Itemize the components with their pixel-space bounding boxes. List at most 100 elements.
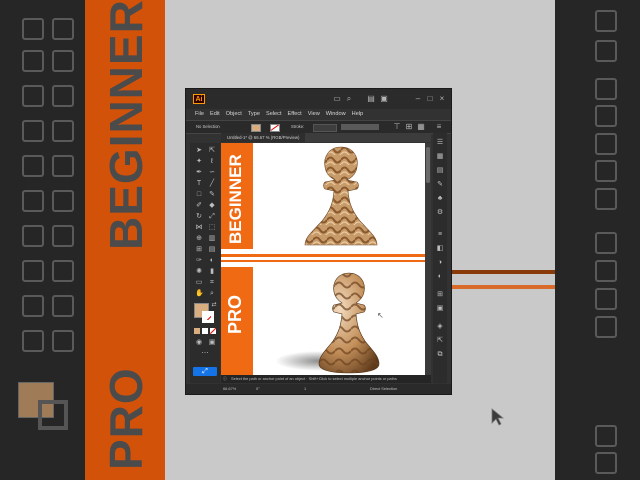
layout-icon[interactable]: ▣	[379, 94, 389, 104]
pen-tool-icon[interactable]: ✒	[195, 169, 203, 177]
menu-edit[interactable]: Edit	[210, 109, 220, 120]
swatches-panel-icon[interactable]: ▤	[436, 167, 444, 175]
perspective-grid-tool-icon[interactable]: ▥	[208, 235, 216, 243]
edit-toolbar-button[interactable]: ⤢	[193, 367, 217, 376]
minimize-icon[interactable]: –	[413, 94, 423, 104]
transparency-panel-icon[interactable]: ◑	[436, 259, 444, 267]
appearance-panel-icon[interactable]: ◐	[436, 273, 444, 281]
pathfinder-panel-icon[interactable]: ▣	[436, 305, 444, 313]
title-bar: Ai ▭ ⌕ ▤ ▣ – □ ×	[186, 89, 451, 109]
draw-mode-icon[interactable]: ◉	[195, 339, 203, 347]
control-stroke-swatch[interactable]	[270, 124, 280, 132]
libraries-panel-icon[interactable]: ▦	[436, 153, 444, 161]
properties-panel-icon[interactable]: ☰	[436, 139, 444, 147]
beginner-label: BEGINNER	[226, 154, 245, 244]
control-fill-swatch[interactable]	[251, 124, 261, 132]
menu-view[interactable]: View	[308, 109, 320, 120]
brush-tool-icon[interactable]: ✎	[208, 191, 216, 199]
control-bar: No Selection Stroke: ⊤ ⊞ ▦ ≡	[186, 120, 451, 134]
direct-selection-tool-icon[interactable]: ⇱	[208, 147, 216, 155]
curvature-tool-icon[interactable]: ∽	[208, 169, 216, 177]
workspace-icon[interactable]: ▤	[366, 94, 376, 104]
zoom-tool-icon[interactable]: ⌕	[208, 290, 216, 298]
bg-rotate-icon	[22, 190, 44, 212]
artboards-panel-icon[interactable]: ⧉	[436, 351, 444, 359]
shape-builder-tool-icon[interactable]: ⊕	[195, 235, 203, 243]
lasso-tool-icon[interactable]: ℓ	[208, 158, 216, 166]
graph-tool-icon[interactable]: ▮	[208, 268, 216, 276]
symbol-sprayer-tool-icon[interactable]: ✺	[195, 268, 203, 276]
menu-select[interactable]: Select	[266, 109, 282, 120]
menu-effect[interactable]: Effect	[288, 109, 302, 120]
bg-line-icon	[52, 120, 74, 142]
search-icon[interactable]: ⌕	[344, 94, 354, 104]
artboard[interactable]: BEGINNER PRO ↖	[221, 143, 425, 375]
bg-panel-icon-8	[595, 232, 617, 254]
slice-tool-icon[interactable]: ⌗	[208, 279, 216, 287]
close-icon[interactable]: ×	[437, 94, 447, 104]
arrange-icon[interactable]: ▭	[332, 94, 342, 104]
free-transform-tool-icon[interactable]: ⬚	[208, 224, 216, 232]
layers-panel-icon[interactable]: ◈	[436, 323, 444, 331]
graphic-styles-panel-icon[interactable]: ⚙	[436, 209, 444, 217]
swap-colors-icon[interactable]: ⇄	[210, 301, 218, 309]
zoom-level[interactable]: 66.67%	[223, 385, 236, 393]
hand-tool-icon[interactable]: ✋	[195, 290, 204, 298]
stroke-color-swatch[interactable]	[202, 311, 214, 323]
illustrator-window: Ai ▭ ⌕ ▤ ▣ – □ × File Edit Object Type S…	[185, 88, 452, 395]
vertical-scrollbar[interactable]	[425, 143, 431, 375]
stroke-weight-field[interactable]	[313, 124, 337, 132]
panel-menu-icon[interactable]: ≡	[434, 122, 444, 132]
screen-mode-icon[interactable]: ▣	[208, 339, 216, 347]
scale-tool-icon[interactable]: ⤢	[208, 213, 216, 221]
menu-help[interactable]: Help	[352, 109, 364, 120]
eraser-tool-icon[interactable]: ◆	[208, 202, 216, 210]
bg-panel-icon-6	[595, 160, 617, 182]
artboard-number[interactable]: 1	[304, 385, 306, 393]
document-tab[interactable]: Untitled-1* @ 66.67 % (RGB/Preview)	[221, 133, 306, 142]
tooltip-bar: ⓘ Select the path or anchor point of an …	[221, 375, 431, 383]
rotate-tool-icon[interactable]: ↻	[195, 213, 203, 221]
brushes-panel-icon[interactable]: ✎	[436, 181, 444, 189]
background-right-panel	[555, 0, 640, 480]
mesh-tool-icon[interactable]: ⊞	[195, 246, 203, 254]
bg-curvature-icon	[52, 85, 74, 107]
maximize-icon[interactable]: □	[425, 94, 435, 104]
blend-tool-icon[interactable]: ◐	[208, 257, 216, 265]
menu-file[interactable]: File	[195, 109, 204, 120]
more-tools-icon[interactable]: ⋯	[201, 350, 209, 358]
menu-object[interactable]: Object	[226, 109, 242, 120]
menu-type[interactable]: Type	[248, 109, 260, 120]
menu-window[interactable]: Window	[326, 109, 346, 120]
arrange-objects-icon[interactable]: ▦	[416, 122, 426, 132]
app-logo: Ai	[193, 94, 205, 104]
bg-scale-icon	[52, 190, 74, 212]
none-mode-icon[interactable]	[210, 328, 216, 334]
type-tool-icon[interactable]: T	[195, 180, 203, 188]
color-mode-icon[interactable]	[194, 328, 200, 334]
line-tool-icon[interactable]: ╱	[208, 180, 216, 188]
bg-stripe-1	[450, 270, 560, 274]
magic-wand-tool-icon[interactable]: ✦	[195, 158, 203, 166]
opacity-field[interactable]	[341, 124, 379, 130]
shape-tool-icon[interactable]: □	[195, 191, 203, 199]
eyedropper-tool-icon[interactable]: ✑	[195, 257, 203, 265]
align-icon[interactable]: ⊤	[392, 122, 402, 132]
export-panel-icon[interactable]: ⇱	[436, 337, 444, 345]
scrollbar-thumb[interactable]	[426, 147, 430, 183]
selection-tool-icon[interactable]: ➤	[195, 147, 203, 155]
shaper-tool-icon[interactable]: ✐	[195, 202, 203, 210]
bg-lasso-icon	[52, 50, 74, 72]
symbols-panel-icon[interactable]: ♣	[436, 195, 444, 203]
gradient-mode-icon[interactable]	[202, 328, 208, 334]
artboard-tool-icon[interactable]: ▭	[195, 279, 203, 287]
align-panel-icon[interactable]: ⊞	[436, 291, 444, 299]
gradient-panel-icon[interactable]: ◧	[436, 245, 444, 253]
bg-panel-icon-1	[595, 10, 617, 32]
rotation-value[interactable]: 0°	[256, 385, 260, 393]
stroke-panel-icon[interactable]: ≡	[436, 231, 444, 239]
bg-panel-icon-3	[595, 78, 617, 100]
gradient-tool-icon[interactable]: ▤	[208, 246, 216, 254]
transform-icon[interactable]: ⊞	[404, 122, 414, 132]
width-tool-icon[interactable]: ⋈	[195, 224, 203, 232]
